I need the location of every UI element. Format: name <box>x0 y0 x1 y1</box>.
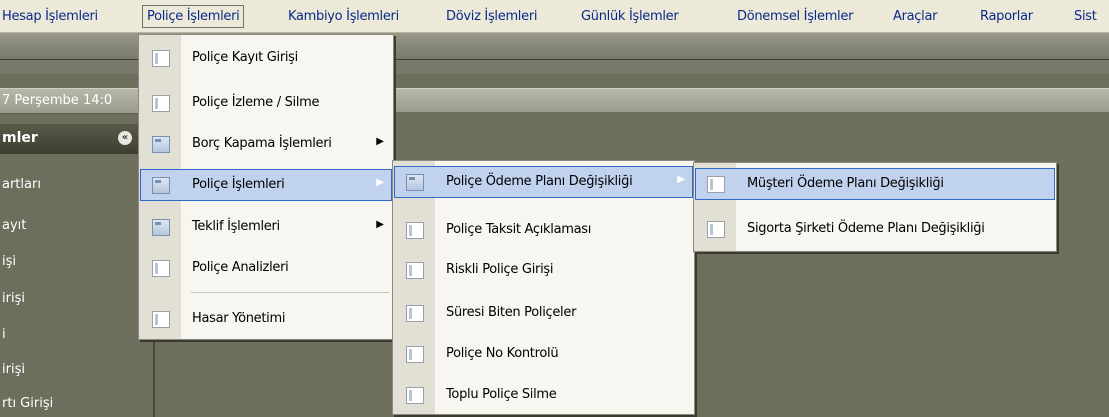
menu-item-label: Poliçe Ödeme Planı Değişikliği <box>446 174 633 189</box>
menu-araclar[interactable]: Araçlar <box>893 9 937 24</box>
menu-item-police-no-kontrolu[interactable]: Poliçe No Kontrolü <box>394 338 693 370</box>
left-panel-item[interactable]: i <box>2 327 6 342</box>
document-icon <box>406 262 424 279</box>
folder-icon <box>406 174 424 191</box>
menu-item-sigorta-sirketi-odeme-plani-degisikligi[interactable]: Sigorta Şirketi Ödeme Planı Değişikliği <box>695 213 1055 245</box>
menu-item-label: Poliçe Taksit Açıklaması <box>446 222 592 237</box>
menu-item-police-kayit-girisi[interactable]: Poliçe Kayıt Girişi <box>140 42 392 74</box>
menu-item-label: Hasar Yönetimi <box>192 311 286 326</box>
menu-item-police-odeme-plani-degisikligi[interactable]: Poliçe Ödeme Planı Değişikliği ▶ <box>394 166 693 198</box>
menu-item-borc-kapama-islemleri[interactable]: Borç Kapama İşlemleri ▶ <box>140 128 392 160</box>
menu-item-police-izleme-silme[interactable]: Poliçe İzleme / Silme <box>140 87 392 119</box>
menu-item-label: Poliçe Kayıt Girişi <box>192 50 298 65</box>
left-panel-item[interactable]: irişi <box>2 362 25 377</box>
left-panel-item[interactable]: işi <box>2 254 16 269</box>
menu-item-label: Poliçe İşlemleri <box>192 177 285 192</box>
left-panel-item[interactable]: irişi <box>2 291 25 306</box>
odeme-plani-submenu: Müşteri Ödeme Planı Değişikliği Sigorta … <box>693 162 1057 252</box>
document-icon <box>152 50 170 67</box>
menu-donemsel-islemler[interactable]: Dönemsel İşlemler <box>737 9 853 24</box>
document-icon <box>152 260 170 277</box>
submenu-arrow-icon: ▶ <box>376 219 384 230</box>
menu-item-police-analizleri[interactable]: Poliçe Analizleri <box>140 252 392 284</box>
menu-item-label: Poliçe İzleme / Silme <box>192 95 320 110</box>
submenu-arrow-icon: ▶ <box>376 136 384 147</box>
police-islemleri-menu: Poliçe Kayıt Girişi Poliçe İzleme / Silm… <box>138 34 394 340</box>
menu-gutter <box>393 161 435 414</box>
document-icon <box>152 95 170 112</box>
left-panel-title: mler <box>2 130 38 146</box>
menu-item-label: Sigorta Şirketi Ödeme Planı Değişikliği <box>747 221 985 236</box>
left-panel-item[interactable]: artları <box>2 177 41 192</box>
left-panel-header: mler « <box>0 124 150 154</box>
police-islemleri-submenu: Poliçe Ödeme Planı Değişikliği ▶ Poliçe … <box>392 160 695 415</box>
menu-kambiyo-islemleri[interactable]: Kambiyo İşlemleri <box>288 9 399 24</box>
menu-item-label: Süresi Biten Poliçeler <box>446 305 577 320</box>
menu-item-label: Poliçe Analizleri <box>192 260 289 275</box>
menu-item-musteri-odeme-plani-degisikligi[interactable]: Müşteri Ödeme Planı Değişikliği <box>695 168 1055 200</box>
submenu-arrow-icon: ▶ <box>376 177 384 188</box>
menu-item-police-islemleri[interactable]: Poliçe İşlemleri ▶ <box>140 169 392 201</box>
left-panel-item[interactable]: rtı Girişi <box>2 396 53 411</box>
collapse-icon[interactable]: « <box>118 131 132 145</box>
date-text: 7 Perşembe 14:0 <box>2 93 113 108</box>
menu-bar: Hesap İşlemleri Poliçe İşlemleri Kambiyo… <box>0 0 1109 33</box>
left-panel-item[interactable]: ayıt <box>2 218 26 233</box>
menu-item-toplu-police-silme[interactable]: Toplu Poliçe Silme <box>394 379 693 411</box>
document-icon <box>707 221 725 238</box>
document-icon <box>406 346 424 363</box>
document-icon <box>152 311 170 328</box>
menu-item-label: Teklif İşlemleri <box>192 219 280 234</box>
menu-item-label: Müşteri Ödeme Planı Değişikliği <box>747 176 944 191</box>
submenu-arrow-icon: ▶ <box>677 174 685 185</box>
document-icon <box>707 176 725 193</box>
document-icon <box>406 222 424 239</box>
menu-item-label: Toplu Poliçe Silme <box>446 387 557 402</box>
menu-doviz-islemleri[interactable]: Döviz İşlemleri <box>446 9 537 24</box>
menu-item-hasar-yonetimi[interactable]: Hasar Yönetimi <box>140 303 392 335</box>
folder-icon <box>152 136 170 153</box>
menu-item-police-taksit-aciklamasi[interactable]: Poliçe Taksit Açıklaması <box>394 214 693 246</box>
menu-item-suresi-biten-policeler[interactable]: Süresi Biten Poliçeler <box>394 297 693 329</box>
folder-icon <box>152 219 170 236</box>
document-icon <box>406 387 424 404</box>
menu-raporlar[interactable]: Raporlar <box>980 9 1033 24</box>
menu-sistem[interactable]: Sist <box>1074 9 1097 24</box>
menu-item-riskli-police-girisi[interactable]: Riskli Poliçe Girişi <box>394 254 693 286</box>
menu-item-label: Poliçe No Kontrolü <box>446 346 559 361</box>
document-icon <box>406 305 424 322</box>
menu-hesap-islemleri[interactable]: Hesap İşlemleri <box>2 9 98 24</box>
menu-item-teklif-islemleri[interactable]: Teklif İşlemleri ▶ <box>140 211 392 243</box>
menu-gunluk-islemler[interactable]: Günlük İşlemler <box>581 9 679 24</box>
folder-icon <box>152 177 170 194</box>
menu-separator <box>191 292 389 293</box>
menu-police-islemleri[interactable]: Poliçe İşlemleri <box>142 5 245 28</box>
left-panel: mler « artları ayıt işi irişi i irişi rt… <box>0 124 153 417</box>
menu-item-label: Borç Kapama İşlemleri <box>192 136 332 151</box>
menu-item-label: Riskli Poliçe Girişi <box>446 262 554 277</box>
